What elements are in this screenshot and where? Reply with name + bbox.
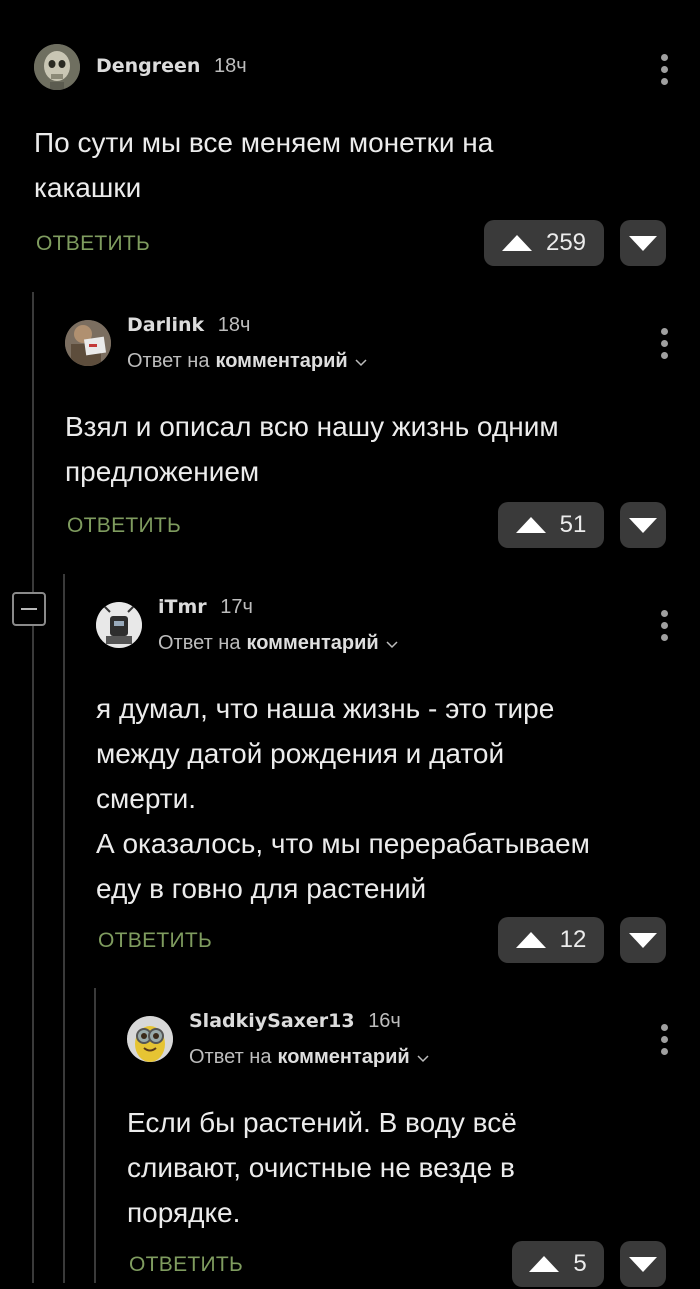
comment-time: 18ч [214,55,247,77]
comment-text: Если бы растений. В воду всё сливают, оч… [127,1107,517,1228]
downvote-button[interactable] [620,502,666,548]
reply-button[interactable]: ОТВЕТИТЬ [98,929,212,953]
comment-actions: ОТВЕТИТЬ 51 [65,502,700,550]
more-options-icon[interactable] [660,54,668,85]
vote-score: 51 [559,511,587,538]
reply-to-target[interactable]: комментарий [277,1046,409,1069]
comment-time: 17ч [220,596,253,618]
thread-line-level-2 [63,574,65,1283]
reply-to[interactable]: Ответ на комментарий [189,1046,430,1069]
more-options-icon[interactable] [660,610,668,641]
more-options-icon[interactable] [660,1024,668,1055]
reply-to-prefix: Ответ на [189,1046,272,1068]
comment-actions: ОТВЕТИТЬ 259 [34,220,700,268]
chevron-down-icon [355,358,367,366]
comment: Darlink 18ч Ответ на комментарий Взял и … [65,314,700,550]
minus-icon [21,608,37,610]
comment: Dengreen 18ч По сути мы все меняем монет… [34,44,700,268]
triangle-up-icon [501,235,532,251]
author-name[interactable]: Dengreen [96,55,200,77]
triangle-down-icon [629,1256,657,1272]
minion-avatar[interactable] [127,1016,173,1062]
comment: SladkiySaxer13 16ч Ответ на комментарий … [127,1010,700,1289]
person-with-paper-avatar[interactable] [65,320,111,366]
skull-avatar[interactable] [34,44,80,90]
author-name[interactable]: SladkiySaxer13 [189,1010,355,1032]
reply-to-prefix: Ответ на [158,632,241,654]
reply-to[interactable]: Ответ на комментарий [127,350,368,373]
reply-button[interactable]: ОТВЕТИТЬ [67,514,181,538]
comment: iTmr 17ч Ответ на комментарий я думал, ч… [96,596,700,965]
comment-header: SladkiySaxer13 16ч Ответ на комментарий [127,1010,700,1086]
chevron-down-icon [386,640,398,648]
thread-line-level-3 [94,988,96,1283]
comment-time: 18ч [217,314,251,336]
author-name[interactable]: iTmr [158,596,207,618]
more-options-icon[interactable] [660,328,668,359]
reply-button[interactable]: ОТВЕТИТЬ [36,232,150,256]
upvote-button[interactable]: 51 [498,502,604,548]
reply-to-target[interactable]: комментарий [246,632,378,655]
upvote-button[interactable]: 259 [484,220,604,266]
comment-text: Взял и описал всю нашу жизнь одним предл… [65,411,559,487]
triangle-up-icon [529,1256,560,1272]
comment-actions: ОТВЕТИТЬ 5 [127,1241,700,1289]
thread-line-level-1 [32,292,34,1283]
reply-to-target[interactable]: комментарий [215,350,347,373]
upvote-button[interactable]: 12 [498,917,604,963]
comment-actions: ОТВЕТИТЬ 12 [96,917,700,965]
triangle-down-icon [629,235,657,251]
triangle-down-icon [629,932,657,948]
comment-text: По сути мы все меняем монетки на какашки [34,127,494,203]
reply-button[interactable]: ОТВЕТИТЬ [129,1253,243,1277]
reply-to[interactable]: Ответ на комментарий [158,632,399,655]
comment-header: Darlink 18ч Ответ на комментарий [65,314,700,390]
chevron-down-icon [417,1054,429,1062]
comment-text: я думал, что наша жизнь - это тире между… [96,693,590,904]
downvote-button[interactable] [620,220,666,266]
vote-score: 12 [559,926,587,953]
comment-header: Dengreen 18ч [34,44,700,106]
triangle-up-icon [515,517,546,533]
comment-time: 16ч [368,1010,401,1032]
collapse-thread-button[interactable] [12,592,46,626]
vote-score: 5 [573,1250,587,1277]
vote-score: 259 [545,229,587,256]
upvote-button[interactable]: 5 [512,1241,604,1287]
triangle-up-icon [515,932,546,948]
reply-to-prefix: Ответ на [127,350,210,372]
downvote-button[interactable] [620,1241,666,1287]
triangle-down-icon [629,517,657,533]
comment-header: iTmr 17ч Ответ на комментарий [96,596,700,672]
robot-avatar[interactable] [96,602,142,648]
author-name[interactable]: Darlink [127,314,204,336]
downvote-button[interactable] [620,917,666,963]
